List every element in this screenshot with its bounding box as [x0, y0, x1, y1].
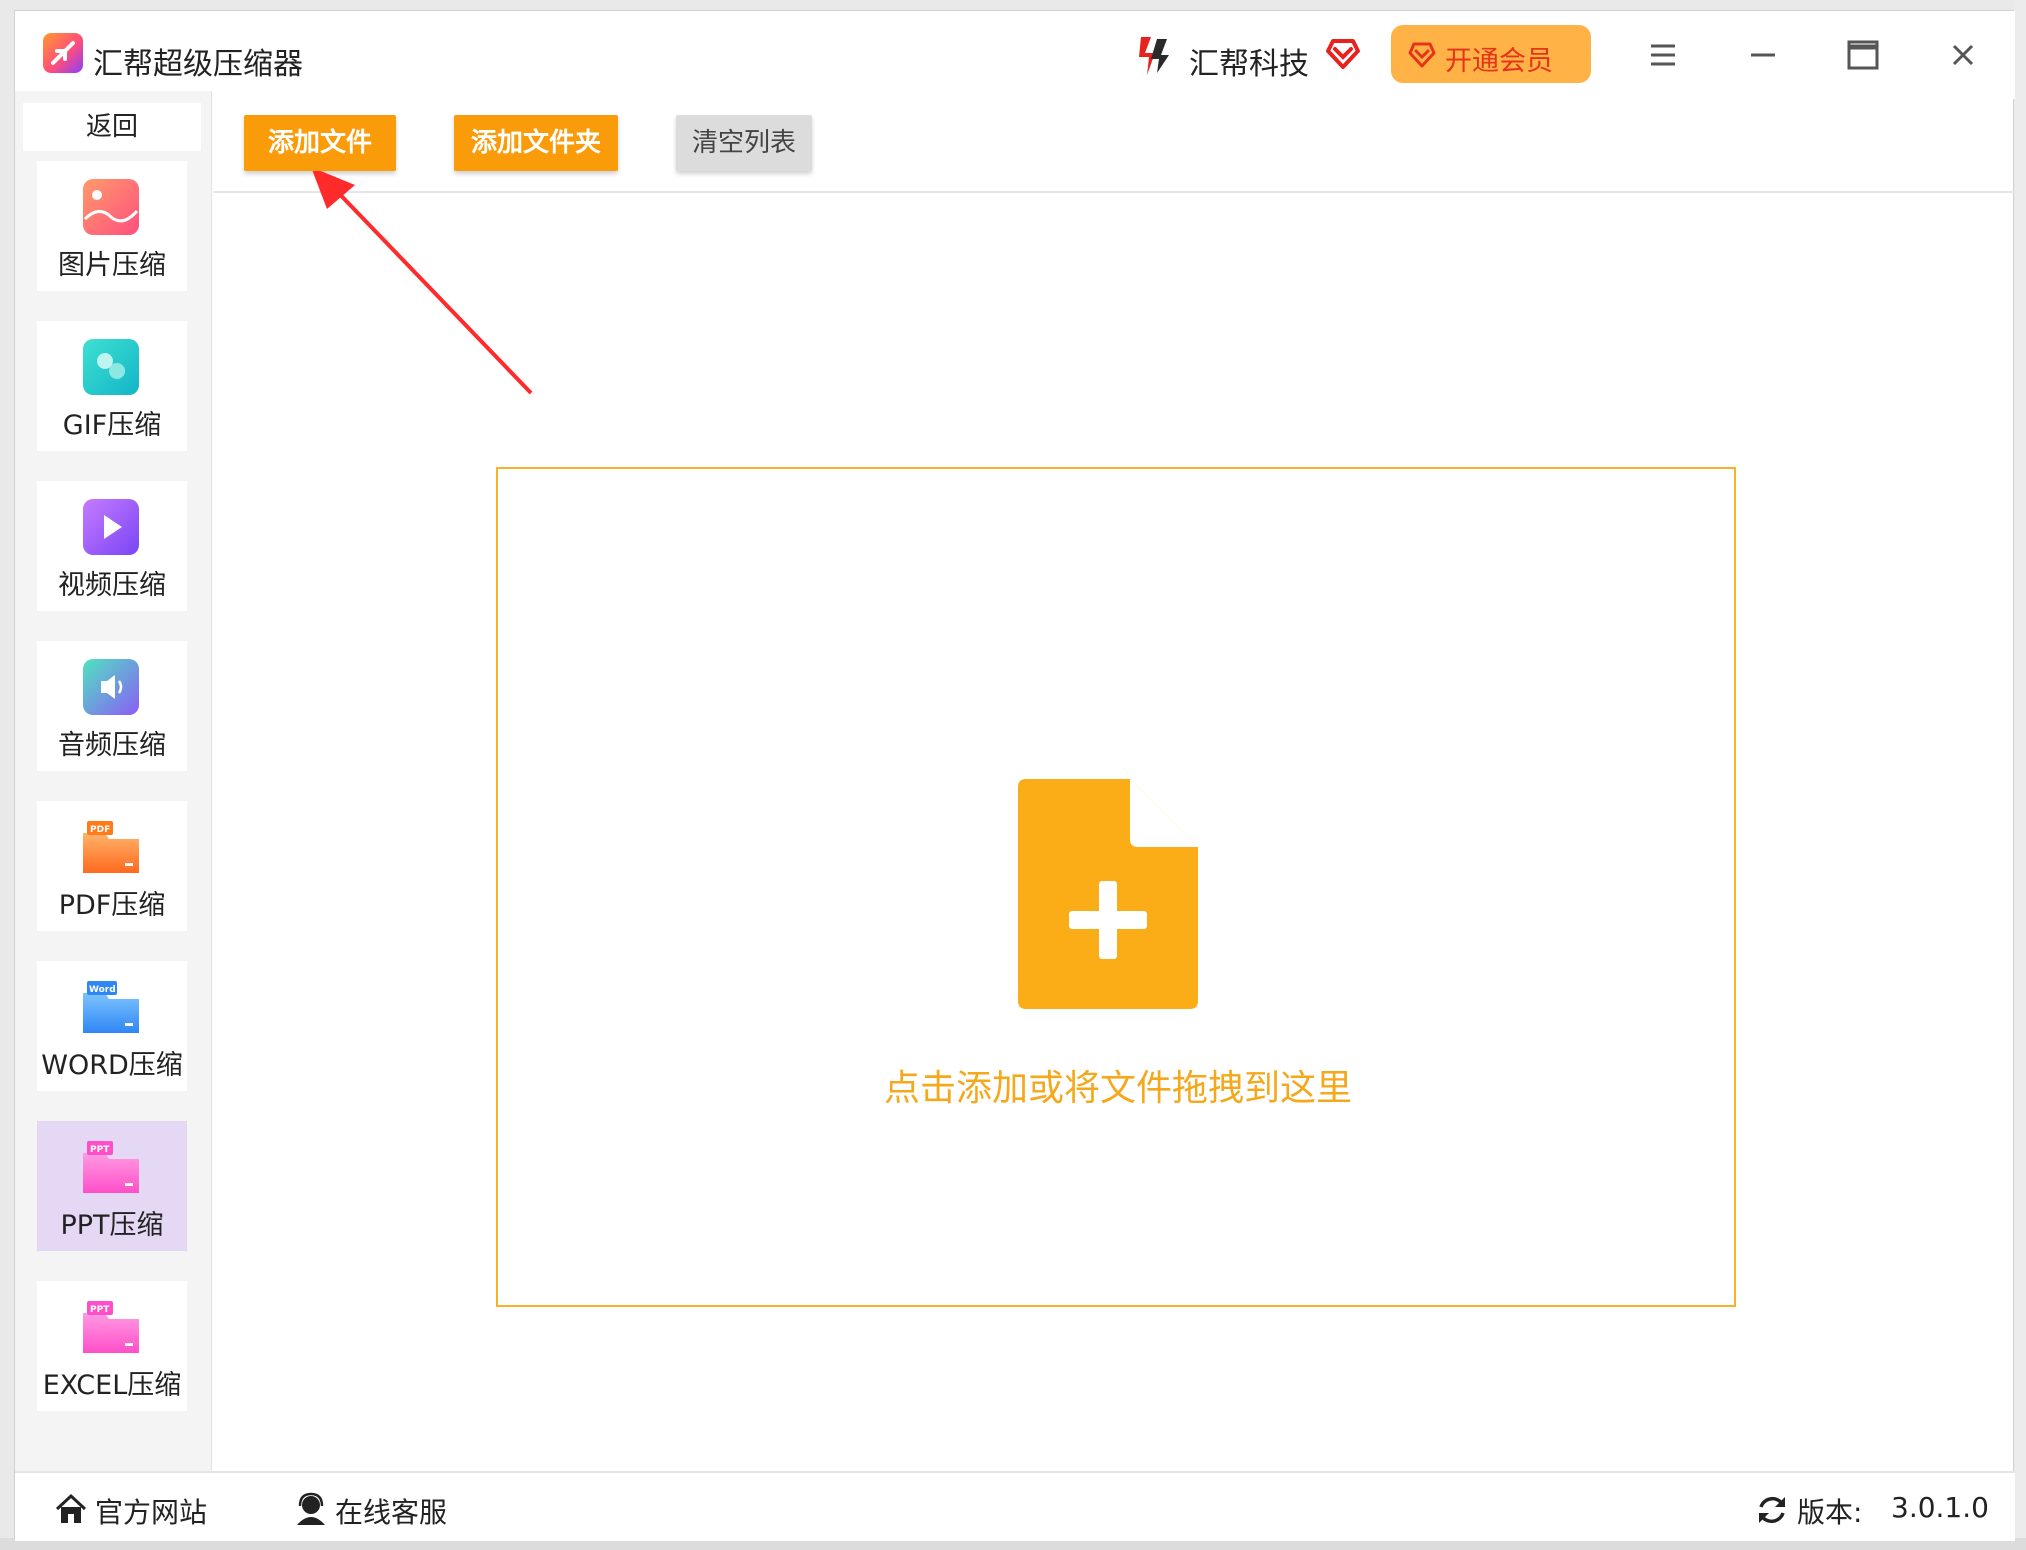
official-website-label: 官方网站 [95, 1496, 208, 1529]
sidebar-item-label: GIF压缩 [62, 410, 162, 441]
pdf-compress-icon: PDF [83, 821, 139, 873]
app-title: 汇帮超级压缩器 [93, 47, 303, 82]
vip-diamond-icon [1408, 42, 1436, 68]
customer-service-icon [297, 1492, 325, 1525]
word-compress-icon: Word [83, 981, 139, 1033]
sidebar-item-label: 视频压缩 [58, 570, 166, 601]
sidebar-item-audio[interactable]: 音频压缩 [37, 641, 187, 771]
home-icon [55, 1493, 87, 1523]
online-support-link[interactable]: 在线客服 [293, 1489, 463, 1529]
sidebar-item-label: PPT压缩 [60, 1210, 164, 1241]
sidebar-divider [211, 91, 212, 1471]
drop-hint-text: 点击添加或将文件拖拽到这里 [883, 1068, 1352, 1109]
video-compress-icon [83, 499, 139, 555]
status-bar: 官方网站 在线客服 版本: 3.0.1.0 [15, 1471, 2015, 1541]
brand-name: 汇帮科技 [1189, 47, 1309, 82]
minimize-icon[interactable] [1741, 33, 1785, 77]
app-logo-icon [43, 33, 83, 73]
add-file-document-icon [1018, 779, 1198, 1009]
sidebar: 返回 图片压缩 GIF压缩 视频压缩 音频压缩 PDF PDF压缩 Word W… [15, 91, 211, 1471]
refresh-icon[interactable] [1755, 1493, 1789, 1527]
menu-icon[interactable] [1641, 33, 1685, 77]
vip-button-label: 开通会员 [1445, 46, 1553, 77]
image-compress-icon [83, 179, 139, 235]
version-info: 版本: 3.0.1.0 [1755, 1489, 1995, 1529]
sidebar-item-video[interactable]: 视频压缩 [37, 481, 187, 611]
online-support-label: 在线客服 [335, 1496, 448, 1529]
version-number: 3.0.1.0 [1891, 1491, 1989, 1524]
sidebar-item-ppt[interactable]: PPT PPT压缩 [37, 1121, 187, 1251]
sidebar-item-pdf[interactable]: PDF PDF压缩 [37, 801, 187, 931]
sidebar-item-label: WORD压缩 [41, 1050, 183, 1081]
vip-membership-button[interactable]: 开通会员 [1391, 25, 1591, 83]
ppt-compress-icon: PPT [83, 1141, 139, 1193]
back-button[interactable]: 返回 [23, 103, 201, 151]
svg-text:PDF: PDF [90, 825, 110, 835]
sidebar-item-word[interactable]: Word WORD压缩 [37, 961, 187, 1091]
sidebar-item-label: 图片压缩 [58, 250, 166, 281]
svg-text:PPT: PPT [90, 1145, 110, 1155]
audio-compress-icon [83, 659, 139, 715]
svg-text:PPT: PPT [90, 1305, 110, 1315]
file-drop-zone[interactable]: 点击添加或将文件拖拽到这里 [496, 467, 1736, 1307]
sidebar-item-excel[interactable]: PPT EXCEL压缩 [37, 1281, 187, 1411]
brand-logo-icon [1139, 37, 1169, 75]
sidebar-item-image[interactable]: 图片压缩 [37, 161, 187, 291]
official-website-link[interactable]: 官方网站 [53, 1489, 223, 1529]
title-bar: 汇帮超级压缩器 汇帮科技 开通会员 [15, 11, 2015, 99]
annotation-arrow-icon [312, 171, 533, 395]
clear-list-button[interactable]: 清空列表 [676, 115, 812, 171]
svg-text:Word: Word [89, 985, 116, 995]
maximize-icon[interactable] [1841, 33, 1885, 77]
sidebar-item-label: EXCEL压缩 [42, 1370, 182, 1401]
app-window: 汇帮超级压缩器 汇帮科技 开通会员 返回 图片压缩 GIF压缩 视频压缩 音频压… [14, 10, 2015, 1541]
vip-heart-icon [1326, 39, 1360, 69]
gif-compress-icon [83, 339, 139, 395]
add-file-button[interactable]: 添加文件 [244, 115, 396, 171]
sidebar-item-label: 音频压缩 [58, 730, 166, 761]
add-folder-button[interactable]: 添加文件夹 [454, 115, 618, 171]
close-icon[interactable] [1941, 33, 1985, 77]
sidebar-item-gif[interactable]: GIF压缩 [37, 321, 187, 451]
excel-compress-icon: PPT [83, 1301, 139, 1353]
sidebar-item-label: PDF压缩 [58, 890, 166, 921]
desktop-background [2014, 0, 2026, 1550]
version-label: 版本: [1797, 1496, 1863, 1529]
